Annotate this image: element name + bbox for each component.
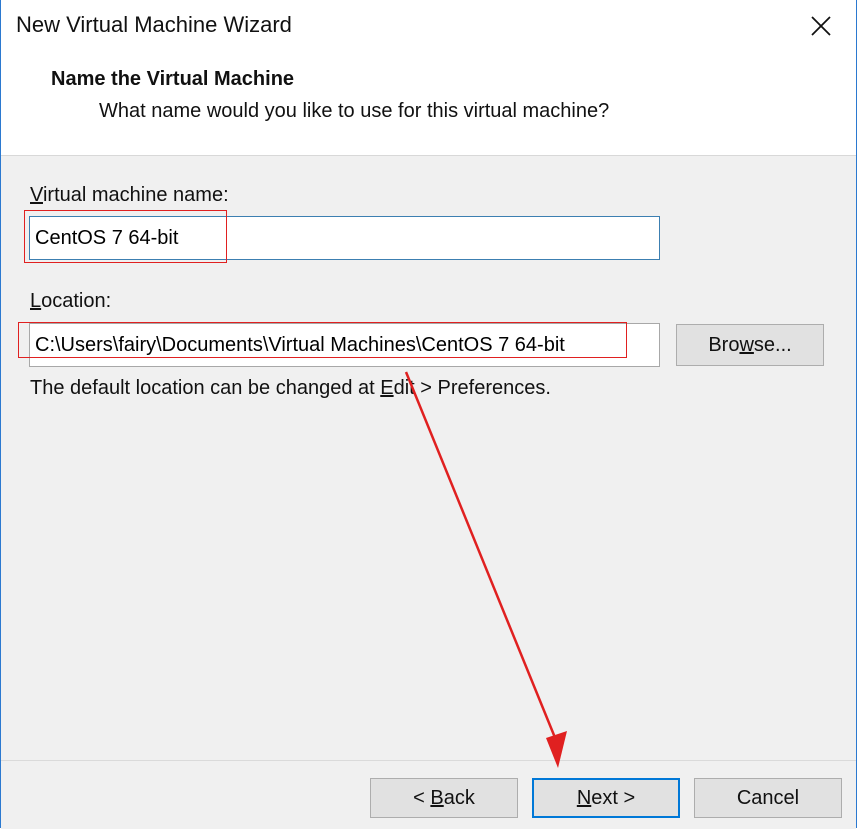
- back-text-post: ack: [443, 786, 475, 809]
- wizard-footer: < Back Next > Cancel: [1, 760, 856, 829]
- location-label-text: ocation:: [41, 290, 112, 312]
- browse-accelerator: w: [739, 333, 754, 356]
- location-label-accelerator: L: [30, 290, 42, 312]
- hint-accelerator: E: [380, 377, 394, 399]
- wizard-content: Virtual machine name: Location: Browse..…: [1, 156, 856, 760]
- vm-name-label-text: irtual machine name:: [42, 184, 229, 206]
- vm-name-label-accelerator: V: [30, 184, 43, 206]
- back-button[interactable]: < Back: [370, 778, 518, 818]
- vm-name-input[interactable]: [29, 216, 660, 260]
- hint-text-post: dit > Preferences.: [393, 377, 551, 399]
- back-text-pre: <: [413, 786, 431, 809]
- cancel-button[interactable]: Cancel: [694, 778, 842, 818]
- browse-text-post: se...: [753, 333, 792, 356]
- browse-text-pre: Bro: [708, 333, 740, 356]
- title-bar: New Virtual Machine Wizard: [1, 0, 856, 52]
- wizard-header: Name the Virtual Machine What name would…: [1, 52, 856, 156]
- next-text-post: ext >: [591, 786, 636, 809]
- location-hint: The default location can be changed at E…: [30, 377, 551, 400]
- hint-text-pre: The default location can be changed at: [30, 377, 381, 399]
- close-icon: [811, 16, 831, 36]
- browse-button[interactable]: Bro w se...: [676, 324, 824, 366]
- back-accelerator: B: [430, 786, 444, 809]
- location-label: Location:: [30, 290, 111, 313]
- close-button[interactable]: [786, 0, 856, 52]
- location-input[interactable]: [29, 323, 660, 367]
- wizard-window: New Virtual Machine Wizard Name the Virt…: [0, 0, 857, 829]
- page-subtitle: What name would you like to use for this…: [99, 100, 610, 122]
- vm-name-label: Virtual machine name:: [30, 184, 229, 207]
- cancel-label: Cancel: [736, 786, 800, 809]
- page-title: Name the Virtual Machine: [51, 68, 295, 90]
- window-title: New Virtual Machine Wizard: [16, 12, 292, 37]
- next-accelerator: N: [576, 786, 592, 809]
- next-button[interactable]: Next >: [532, 778, 680, 818]
